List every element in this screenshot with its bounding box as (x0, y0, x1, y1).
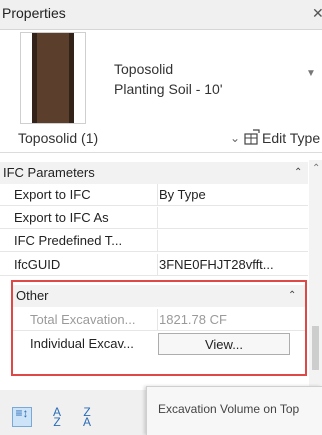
type-dropdown-arrow-icon[interactable]: ▼ (306, 68, 316, 79)
chevron-down-icon[interactable]: ⌄ (230, 131, 240, 145)
group-header-ifc[interactable]: IFC Parameters ⌃ (0, 162, 308, 184)
property-name: Export to IFC As (14, 210, 109, 225)
property-value[interactable] (157, 207, 307, 229)
type-name: Planting Soil - 10' (114, 81, 223, 97)
close-icon[interactable]: ✕ (312, 5, 322, 22)
property-name: IfcGUID (14, 257, 61, 272)
property-value[interactable] (157, 230, 307, 252)
tooltip-text: Excavation Volume on Top (158, 402, 300, 416)
property-name: Export to IFC (14, 187, 91, 202)
property-name: IFC Predefined T... (14, 233, 123, 248)
property-value[interactable]: By Type (157, 184, 307, 206)
group-title: IFC Parameters (3, 165, 95, 180)
collapse-icon[interactable]: ⌃ (294, 162, 302, 184)
edit-type-button[interactable]: Edit Type (262, 130, 320, 146)
categorized-sort-icon[interactable]: ≡↕ (12, 407, 32, 427)
soil-preview-icon (32, 33, 74, 123)
scroll-up-icon[interactable]: ⌃ (312, 163, 320, 174)
sort-ascending-icon[interactable]: AZ (50, 406, 64, 428)
type-family-name: Toposolid (114, 61, 174, 77)
property-value[interactable]: 3FNE0FHJT28vfft... (157, 254, 307, 276)
sort-descending-icon[interactable]: ZA (80, 406, 94, 428)
edit-type-icon[interactable] (244, 129, 260, 145)
scrollbar-thumb[interactable] (312, 326, 319, 370)
instance-filter-dropdown[interactable]: Toposolid (1) (18, 130, 98, 146)
panel-title: Properties (2, 5, 66, 21)
highlight-box (11, 280, 307, 376)
